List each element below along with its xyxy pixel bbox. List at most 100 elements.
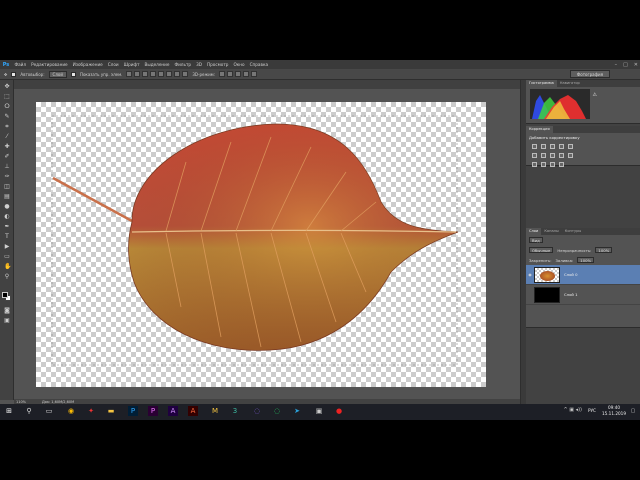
menu-filter[interactable]: Фильтр xyxy=(172,62,194,67)
screen-mode-icon[interactable]: ▣ xyxy=(4,318,10,324)
menu-image[interactable]: Изображение xyxy=(70,62,105,67)
path-select-tool-icon[interactable]: ▶ xyxy=(4,244,10,250)
posterize-icon[interactable] xyxy=(541,162,546,167)
stamp-tool-icon[interactable]: ⊥ xyxy=(4,164,10,170)
minimize-icon[interactable]: – xyxy=(615,62,618,68)
blend-mode-dropdown[interactable]: Обычные xyxy=(529,247,554,253)
tab-adjustments[interactable]: Коррекция xyxy=(526,126,553,133)
layer-kind-filter[interactable]: Вид xyxy=(529,237,543,243)
threshold-icon[interactable] xyxy=(550,162,555,167)
3d-scale-icon[interactable] xyxy=(251,71,258,77)
blur-tool-icon[interactable]: ● xyxy=(4,204,10,210)
app-3-icon[interactable]: 3 xyxy=(230,406,240,416)
history-brush-tool-icon[interactable]: ✑ xyxy=(4,174,10,180)
start-windows-icon[interactable]: ⊞ xyxy=(4,406,14,416)
viber-icon[interactable]: ◌ xyxy=(252,406,262,416)
whatsapp-icon[interactable]: ◌ xyxy=(272,406,282,416)
fill-input[interactable]: 100% xyxy=(577,257,595,263)
levels-icon[interactable] xyxy=(541,144,546,149)
record-icon[interactable]: ● xyxy=(334,406,344,416)
tab-channels[interactable]: Каналы xyxy=(541,228,561,235)
tab-navigator[interactable]: Навигатор xyxy=(557,80,583,87)
maximize-icon[interactable]: □ xyxy=(623,62,628,68)
hue-saturation-icon[interactable] xyxy=(532,153,537,158)
app-icon[interactable]: ▣ xyxy=(314,406,324,416)
menu-help[interactable]: Справка xyxy=(247,62,270,67)
close-icon[interactable]: ✕ xyxy=(634,62,638,68)
3d-rotate-icon[interactable] xyxy=(219,71,226,77)
canvas-area[interactable] xyxy=(14,89,520,399)
dodge-tool-icon[interactable]: ◐ xyxy=(4,214,10,220)
marquee-tool-icon[interactable]: ⬚ xyxy=(4,94,10,100)
quick-select-tool-icon[interactable]: ✎ xyxy=(4,114,10,120)
lasso-tool-icon[interactable]: ⵔ xyxy=(4,104,10,110)
photo-filter-icon[interactable] xyxy=(559,153,564,158)
align-left-icon[interactable] xyxy=(150,71,157,77)
channel-mixer-icon[interactable] xyxy=(568,153,573,158)
black-white-icon[interactable] xyxy=(550,153,555,158)
brush-tool-icon[interactable]: ✐ xyxy=(4,154,10,160)
curves-icon[interactable] xyxy=(550,144,555,149)
brightness-icon[interactable] xyxy=(532,144,537,149)
eraser-tool-icon[interactable]: ◫ xyxy=(4,184,10,190)
menu-file[interactable]: Файл xyxy=(12,62,29,67)
layer-row[interactable]: ◉ Слой 0 xyxy=(526,265,640,285)
photoshop-taskbar-icon[interactable]: P xyxy=(128,406,138,416)
align-top-icon[interactable] xyxy=(126,71,133,77)
invert-icon[interactable] xyxy=(532,162,537,167)
color-balance-icon[interactable] xyxy=(541,153,546,158)
menu-type[interactable]: Шрифт xyxy=(121,62,142,67)
file-explorer-icon[interactable]: ▬ xyxy=(106,406,116,416)
align-bottom-icon[interactable] xyxy=(142,71,149,77)
document-canvas[interactable] xyxy=(36,102,486,387)
system-tray-icons[interactable]: ^ ▣ ◂)) xyxy=(563,407,582,413)
move-tool-icon[interactable]: ✥ xyxy=(4,84,10,90)
shape-tool-icon[interactable]: ▭ xyxy=(4,254,10,260)
task-view-icon[interactable]: ▭ xyxy=(44,406,54,416)
align-right-icon[interactable] xyxy=(166,71,173,77)
gradient-map-icon[interactable] xyxy=(559,162,564,167)
exposure-icon[interactable] xyxy=(559,144,564,149)
menu-view[interactable]: Просмотр xyxy=(204,62,231,67)
autoselect-dropdown[interactable]: Слой xyxy=(48,70,67,78)
chrome-icon[interactable]: ◉ xyxy=(66,406,76,416)
hand-tool-icon[interactable]: ✋ xyxy=(4,264,11,270)
move-tool-icon[interactable]: ✥ xyxy=(4,72,7,77)
tab-histogram[interactable]: Гистограмма xyxy=(526,80,557,87)
crop-tool-icon[interactable]: ⌗ xyxy=(4,124,10,130)
distribute-h-icon[interactable] xyxy=(182,71,189,77)
clock[interactable]: 09:40 15.11.2019 xyxy=(602,405,626,417)
language-indicator[interactable]: РУС xyxy=(588,408,596,413)
tab-layers[interactable]: Слои xyxy=(526,228,542,235)
3d-roll-icon[interactable] xyxy=(227,71,234,77)
vibrance-icon[interactable] xyxy=(568,144,573,149)
mail-icon[interactable]: M xyxy=(210,406,220,416)
premiere-icon[interactable]: P xyxy=(148,406,158,416)
3d-slide-icon[interactable] xyxy=(243,71,250,77)
menu-edit[interactable]: Редактирование xyxy=(29,62,71,67)
eyedropper-tool-icon[interactable]: ⁄ xyxy=(4,134,10,140)
app-icon[interactable]: ✦ xyxy=(86,406,96,416)
3d-pan-icon[interactable] xyxy=(235,71,242,77)
healing-tool-icon[interactable]: ✚ xyxy=(4,144,10,150)
align-center-icon[interactable] xyxy=(158,71,165,77)
histogram-warning-icon[interactable]: ⚠ xyxy=(593,92,597,98)
autoselect-checkbox[interactable] xyxy=(11,71,17,77)
opacity-input[interactable]: 100% xyxy=(595,247,613,253)
search-icon[interactable]: ⚲ xyxy=(24,406,34,416)
menu-select[interactable]: Выделение xyxy=(142,62,172,67)
workspace-switcher[interactable]: Фотография xyxy=(569,70,610,78)
after-effects-icon[interactable]: A xyxy=(168,406,178,416)
align-middle-icon[interactable] xyxy=(134,71,141,77)
layer-row[interactable]: Слой 1 xyxy=(526,285,640,305)
distribute-icon[interactable] xyxy=(174,71,181,77)
transform-controls-checkbox[interactable] xyxy=(70,71,76,77)
pen-tool-icon[interactable]: ✒ xyxy=(4,224,10,230)
zoom-tool-icon[interactable]: ⚲ xyxy=(4,274,10,280)
menu-3d[interactable]: 3D xyxy=(194,62,205,67)
notifications-icon[interactable]: ▢ xyxy=(628,406,638,416)
telegram-icon[interactable]: ➤ xyxy=(292,406,302,416)
gradient-tool-icon[interactable]: ▤ xyxy=(4,194,10,200)
quick-mask-icon[interactable]: ◙ xyxy=(4,308,10,314)
menu-window[interactable]: Окно xyxy=(231,62,247,67)
